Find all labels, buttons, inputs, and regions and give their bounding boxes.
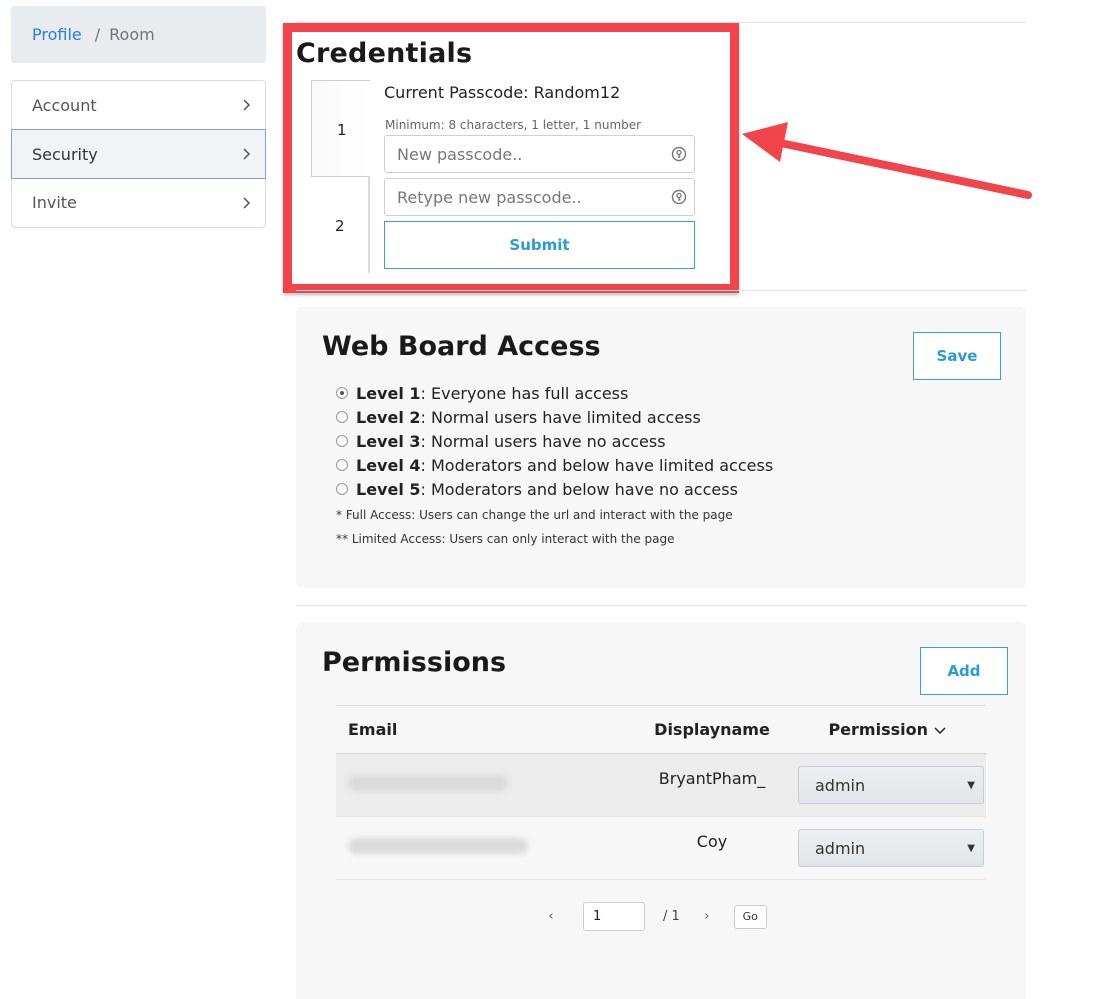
access-level-1[interactable]: Level 1 : Everyone has full access [336,381,773,405]
radio-checked-icon[interactable] [336,387,348,399]
step-2-number: 2 [335,217,345,235]
displayname-cell: Coy [696,831,728,851]
sidebar-item-label: Security [32,144,98,164]
annotation-arrow-icon [742,122,1032,199]
level-name: Level 5 [356,479,421,499]
next-page-button[interactable]: › [702,909,712,924]
section-divider [296,605,1026,606]
page-number-input[interactable]: 1 [583,902,645,931]
permissions-card: Permissions Add Email Displayname Permis… [296,622,1026,999]
column-permission[interactable]: Permission [788,720,986,739]
level-name: Level 4 [356,455,421,475]
permissions-table: Email Displayname Permission BryantPham_… [336,705,986,880]
sidebar-item-security[interactable]: Security [11,129,266,179]
level-desc: : Everyone has full access [420,383,629,403]
current-passcode: Current Passcode: Random12 [384,83,621,102]
retype-passcode-placeholder: Retype new passcode.. [397,187,582,207]
breadcrumb-profile-link[interactable]: Profile [32,25,82,44]
permission-select-value: admin [815,775,866,795]
web-board-access-card: Web Board Access Save Level 1 : Everyone… [296,307,1026,588]
redacted-email [348,837,528,854]
web-board-access-title: Web Board Access [322,331,601,362]
passcode-hint: Minimum: 8 characters, 1 letter, 1 numbe… [385,118,642,132]
add-button[interactable]: Add [920,647,1008,695]
access-level-3[interactable]: Level 3 : Normal users have no access [336,429,773,453]
breadcrumb-current: Room [109,25,155,44]
column-permission-label: Permission [828,720,928,739]
access-level-4[interactable]: Level 4 : Moderators and below have limi… [336,453,773,477]
step-indicator: 1 2 [311,80,371,273]
column-email: Email [348,720,398,739]
redacted-email [348,774,508,791]
displayname-cell: BryantPham_ [658,768,766,788]
table-row: Coy admin ▼ [336,817,986,880]
chevron-right-icon [243,148,251,160]
page-total: / 1 [663,909,680,924]
note-limited-access: ** Limited Access: Users can only intera… [336,532,675,546]
password-manager-icon[interactable] [671,189,687,205]
password-manager-icon[interactable] [671,146,687,162]
section-divider [296,22,1026,23]
radio-icon[interactable] [336,483,348,495]
chevron-right-icon [243,196,251,209]
section-divider [296,290,1026,291]
retype-passcode-input[interactable]: Retype new passcode.. [384,178,695,216]
save-button[interactable]: Save [913,332,1001,380]
level-desc: : Moderators and below have limited acce… [420,455,774,475]
access-notes: * Full Access: Users can change the url … [336,503,733,551]
level-name: Level 3 [356,431,421,451]
select-caret-icon: ▼ [967,779,975,791]
email-cell-redacted [336,837,636,858]
step-connector [368,177,370,273]
table-row: BryantPham_ admin ▼ [336,754,986,817]
sidebar-item-label: Account [32,95,97,115]
new-passcode-placeholder: New passcode.. [397,144,523,164]
permission-select[interactable]: admin ▼ [798,829,984,867]
chevron-down-icon [934,726,946,734]
email-cell-redacted [336,774,636,795]
radio-icon[interactable] [336,435,348,447]
pagination: ‹ 1 / 1 › Go [546,902,767,931]
select-caret-icon: ▼ [967,842,975,854]
radio-icon[interactable] [336,411,348,423]
submit-button[interactable]: Submit [384,221,695,269]
go-button[interactable]: Go [733,904,767,929]
sidebar-item-account[interactable]: Account [12,81,265,130]
sidebar-item-invite[interactable]: Invite [12,178,265,227]
permission-select[interactable]: admin ▼ [798,766,984,804]
level-desc: : Normal users have limited access [420,407,701,427]
sidebar-item-label: Invite [32,193,77,212]
step-1-number: 1 [337,121,347,139]
page-number-value: 1 [593,909,602,924]
note-full-access: * Full Access: Users can change the url … [336,508,733,522]
access-level-list: Level 1 : Everyone has full access Level… [336,381,773,501]
breadcrumb-separator: / [94,25,101,44]
permission-select-value: admin [815,838,866,858]
permission-cell: admin ▼ [788,829,986,867]
permission-cell: admin ▼ [788,766,986,804]
access-level-2[interactable]: Level 2 : Normal users have limited acce… [336,405,773,429]
access-level-5[interactable]: Level 5 : Moderators and below have no a… [336,477,773,501]
sidebar-menu: Account Security Invite [11,80,266,228]
permissions-title: Permissions [322,647,507,678]
breadcrumb: Profile / Room [11,6,266,63]
credentials-title: Credentials [296,38,473,69]
table-header: Email Displayname Permission [336,705,986,754]
prev-page-button[interactable]: ‹ [546,909,556,924]
level-desc: : Moderators and below have no access [420,479,738,499]
new-passcode-input[interactable]: New passcode.. [384,135,695,173]
level-name: Level 2 [356,407,421,427]
column-displayname: Displayname [654,720,770,739]
chevron-right-icon [243,99,251,111]
radio-icon[interactable] [336,459,348,471]
level-name: Level 1 [356,383,421,403]
level-desc: : Normal users have no access [420,431,666,451]
